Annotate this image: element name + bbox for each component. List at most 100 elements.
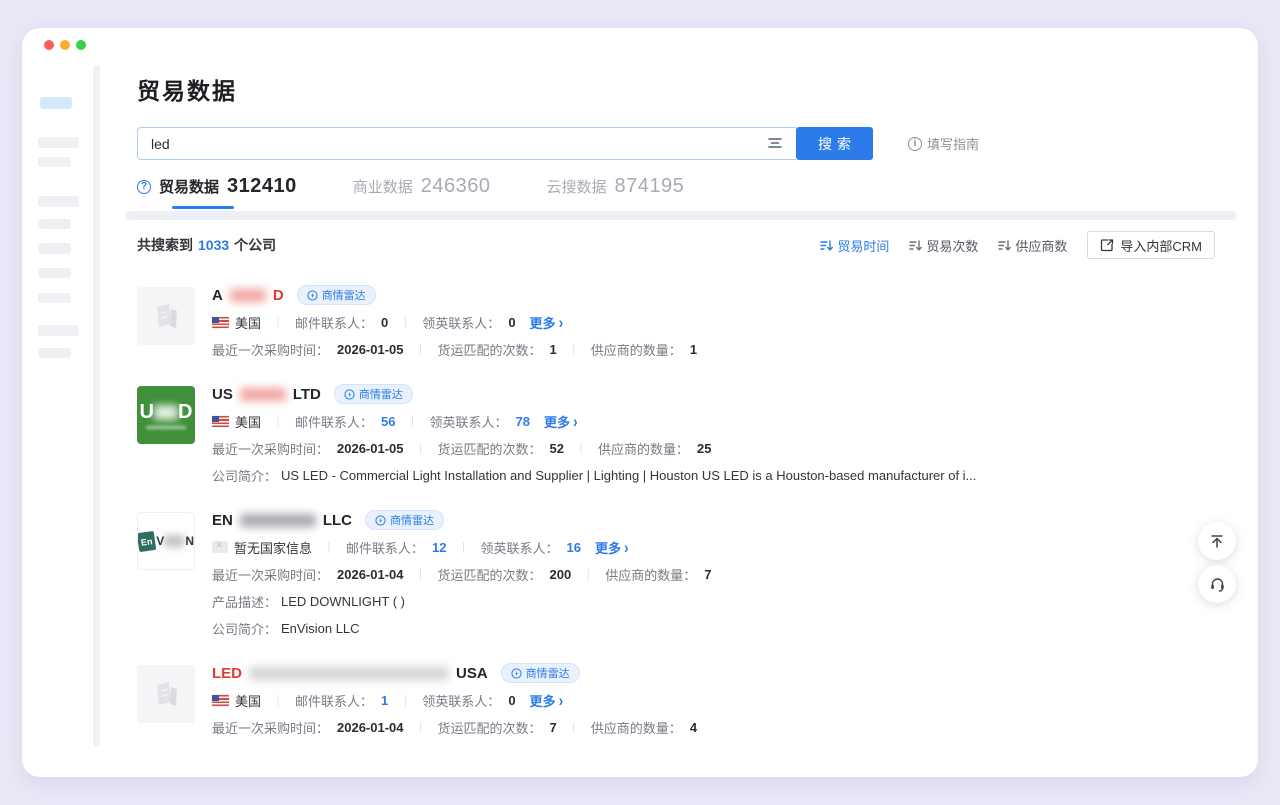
info-icon: i <box>908 137 922 151</box>
tab-cloud-search-data[interactable]: 云搜数据 874195 <box>547 175 685 198</box>
close-window-button[interactable] <box>44 40 54 50</box>
company-intro-row: 公司简介： EnVision LLC <box>212 618 1215 638</box>
tab-trade-data[interactable]: ? 贸易数据 312410 <box>137 175 297 198</box>
skeleton-bar <box>38 157 71 167</box>
sort-icon <box>820 239 833 252</box>
company-list: A D 商情雷达 美国 丨 邮件联系人： 0 丨 <box>137 285 1215 737</box>
redacted-logo-text <box>154 405 178 420</box>
sort-trade-time[interactable]: 贸易时间 <box>820 236 889 255</box>
results-summary: 共搜索到 1033 个公司 <box>137 235 276 255</box>
radar-bolt-icon <box>375 515 386 526</box>
company-name-highlight[interactable]: D <box>273 287 284 304</box>
company-logo-placeholder <box>137 665 195 723</box>
sort-trade-count[interactable]: 贸易次数 <box>909 236 978 255</box>
results-panel: 共搜索到 1033 个公司 贸易时间 贸易次数 供应商数 <box>137 231 1215 762</box>
company-name[interactable]: US <box>212 386 233 403</box>
company-card: A D 商情雷达 美国 丨 邮件联系人： 0 丨 <box>137 285 1215 359</box>
redacted-logo-line <box>146 426 186 429</box>
company-name[interactable]: A <box>212 287 223 304</box>
last-purchase-date: 2026-01-05 <box>337 342 404 357</box>
sidebar-divider <box>93 65 100 747</box>
company-logo: En V N <box>137 512 195 570</box>
chevron-right-icon: › <box>559 690 564 709</box>
skeleton-bar <box>38 348 71 358</box>
no-country-icon <box>212 541 228 553</box>
back-to-top-button[interactable] <box>1198 522 1236 560</box>
company-intro-row: 公司简介： US LED - Commercial Light Installa… <box>212 465 1215 485</box>
company-name-highlight[interactable]: LED <box>212 665 242 682</box>
redacted-name <box>240 514 316 527</box>
linkedin-contact-count[interactable]: 16 <box>567 540 581 555</box>
redacted-name <box>249 667 449 680</box>
sort-icon <box>998 239 1011 252</box>
chevron-right-icon: › <box>573 411 578 430</box>
tab-business-data[interactable]: 商业数据 246360 <box>353 175 491 198</box>
sort-supplier-count[interactable]: 供应商数 <box>998 236 1067 255</box>
radar-bolt-icon <box>307 290 318 301</box>
freight-match-count: 200 <box>550 567 572 582</box>
company-name-row: LED USA 商情雷达 <box>212 663 1215 683</box>
email-contact-count[interactable]: 56 <box>381 414 395 429</box>
supplier-count: 4 <box>690 720 697 735</box>
email-contact-count[interactable]: 1 <box>381 693 388 708</box>
linkedin-contact-count: 0 <box>508 693 515 708</box>
more-link[interactable]: 更多› <box>530 313 564 332</box>
company-card: En V N EN LLC 商情雷达 <box>137 510 1215 638</box>
company-name[interactable]: USA <box>456 665 488 682</box>
question-icon: ? <box>137 180 151 194</box>
skeleton-bar <box>38 137 79 148</box>
more-link[interactable]: 更多› <box>595 538 629 557</box>
product-desc: LED DOWNLIGHT ( ) <box>281 594 405 609</box>
skeleton-bar <box>38 196 79 207</box>
search-input[interactable] <box>137 127 796 160</box>
skeleton-bar <box>38 219 71 229</box>
company-intro: US LED - Commercial Light Installation a… <box>281 468 976 483</box>
company-meta-row: 暂无国家信息 丨 邮件联系人： 12 丨 领英联系人： 16 更多› <box>212 537 1215 557</box>
linkedin-contact-count: 0 <box>508 315 515 330</box>
data-tabs: ? 贸易数据 312410 商业数据 246360 云搜数据 874195 <box>137 175 684 198</box>
sidebar-item-active[interactable] <box>40 97 72 109</box>
results-header: 共搜索到 1033 个公司 贸易时间 贸易次数 供应商数 <box>137 231 1215 259</box>
customer-service-button[interactable] <box>1198 565 1236 603</box>
minimize-window-button[interactable] <box>60 40 70 50</box>
freight-match-count: 1 <box>550 342 557 357</box>
import-crm-button[interactable]: 导入内部CRM <box>1087 231 1215 259</box>
more-link[interactable]: 更多› <box>530 691 564 710</box>
more-link[interactable]: 更多› <box>544 412 578 431</box>
company-card: U D US LTD 商情雷达 <box>137 384 1215 485</box>
redacted-name <box>230 289 266 302</box>
business-radar-badge[interactable]: 商情雷达 <box>334 384 413 404</box>
company-stats-row: 最近一次采购时间： 2026-01-04 丨 货运匹配的次数： 7 丨 供应商的… <box>212 717 1215 737</box>
us-flag-icon <box>212 317 229 328</box>
business-radar-badge[interactable]: 商情雷达 <box>501 663 580 683</box>
company-name[interactable]: EN <box>212 512 233 529</box>
email-contact-count[interactable]: 12 <box>432 540 446 555</box>
us-flag-icon <box>212 695 229 706</box>
business-radar-badge[interactable]: 商情雷达 <box>297 285 376 305</box>
last-purchase-date: 2026-01-04 <box>337 720 404 735</box>
filter-icon[interactable] <box>767 135 783 156</box>
chevron-right-icon: › <box>624 537 629 556</box>
skeleton-bar <box>38 243 71 254</box>
skeleton-bar <box>38 268 71 278</box>
product-desc-row: 产品描述： LED DOWNLIGHT ( ) <box>212 591 1215 611</box>
company-name[interactable]: LTD <box>293 386 321 403</box>
company-meta-row: 美国 丨 邮件联系人： 0 丨 领英联系人： 0 更多› <box>212 312 1215 332</box>
maximize-window-button[interactable] <box>76 40 86 50</box>
headset-icon <box>1209 576 1226 593</box>
fill-guide-link[interactable]: i 填写指南 <box>908 134 979 153</box>
sort-icon <box>909 239 922 252</box>
page-title: 贸易数据 <box>137 72 237 106</box>
supplier-count: 25 <box>697 441 711 456</box>
company-name[interactable]: LLC <box>323 512 352 529</box>
company-meta-row: 美国 丨 邮件联系人： 1 丨 领英联系人： 0 更多› <box>212 690 1215 710</box>
linkedin-contact-count[interactable]: 78 <box>516 414 530 429</box>
business-radar-badge[interactable]: 商情雷达 <box>365 510 444 530</box>
company-stats-row: 最近一次采购时间： 2026-01-04 丨 货运匹配的次数： 200 丨 供应… <box>212 564 1215 584</box>
freight-match-count: 52 <box>550 441 564 456</box>
company-name-row: A D 商情雷达 <box>212 285 1215 305</box>
freight-match-count: 7 <box>550 720 557 735</box>
email-contact-count: 0 <box>381 315 388 330</box>
radar-bolt-icon <box>344 389 355 400</box>
search-button[interactable]: 搜索 <box>796 127 873 160</box>
